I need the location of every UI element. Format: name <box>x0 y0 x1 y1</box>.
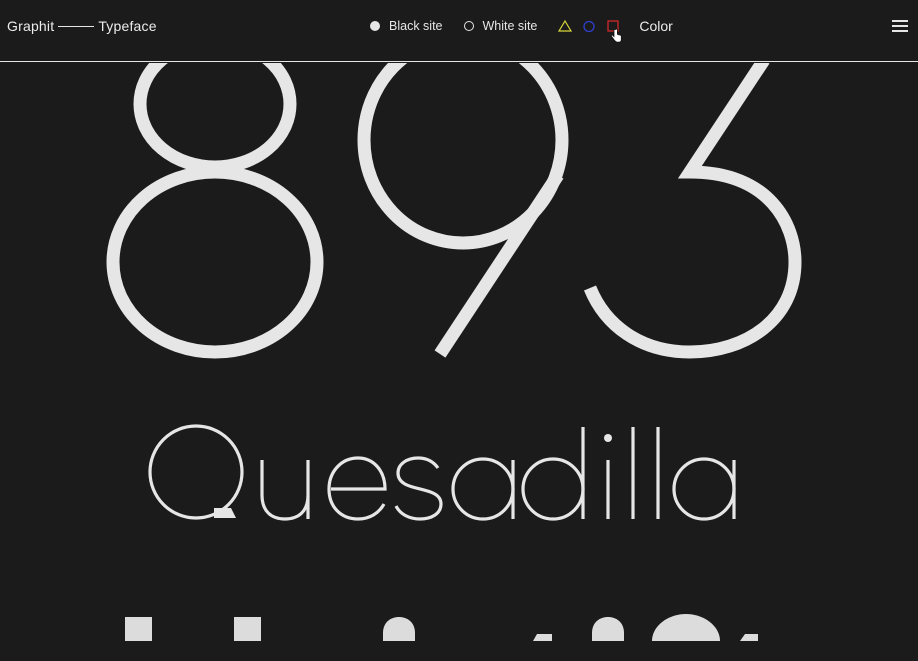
black-site-option[interactable]: Black site <box>370 19 443 33</box>
next-specimen-row-partial <box>0 610 918 656</box>
hamburger-line <box>892 20 908 22</box>
glyph-fragment <box>125 617 152 641</box>
glyph-a <box>672 457 736 521</box>
hamburger-line <box>892 25 908 27</box>
glyph-Q <box>148 424 244 520</box>
glyph-fragment <box>592 617 624 641</box>
theme-switcher: Black site White site Color <box>370 18 673 34</box>
white-site-option[interactable]: White site <box>463 19 538 33</box>
glyph-fragment <box>533 634 552 641</box>
glyph-3 <box>583 56 802 359</box>
brand-divider-line <box>58 25 95 27</box>
partial-glyph-tops <box>125 614 758 641</box>
glyph-e <box>327 456 387 521</box>
blue-circle-icon[interactable] <box>582 19 596 33</box>
numeral-glyphs <box>106 30 802 359</box>
glyph-s <box>394 456 443 521</box>
numeral-specimen: 893 <box>0 30 918 363</box>
glyph-u <box>260 460 310 521</box>
color-toggle[interactable]: Color <box>639 18 672 34</box>
black-site-label: Black site <box>389 19 443 33</box>
glyph-9 <box>357 30 569 358</box>
word-glyphs <box>148 424 736 521</box>
word-specimen: Quesadilla <box>140 420 780 530</box>
hand-pointer-cursor-icon <box>610 28 622 43</box>
site-header: Graphit Typeface Black site White site C… <box>0 0 918 62</box>
white-site-label: White site <box>482 19 538 33</box>
glyph-fragment <box>383 617 415 641</box>
glyph-fragment <box>234 617 261 641</box>
glyph-i <box>604 434 612 519</box>
glyph-fragment <box>652 614 720 641</box>
brand-name: Graphit <box>7 18 55 34</box>
glyph-a <box>451 457 515 521</box>
yellow-triangle-icon[interactable] <box>558 19 573 33</box>
radio-unselected-icon <box>463 21 474 31</box>
brand-logo[interactable]: Graphit Typeface <box>7 18 157 34</box>
radio-selected-icon <box>370 21 380 31</box>
glyph-8 <box>106 34 324 359</box>
glyph-fragment <box>740 634 758 641</box>
brand-subtitle: Typeface <box>98 18 157 34</box>
hamburger-menu-button[interactable] <box>892 20 908 34</box>
hamburger-line <box>892 30 908 32</box>
glyph-d <box>521 427 585 521</box>
